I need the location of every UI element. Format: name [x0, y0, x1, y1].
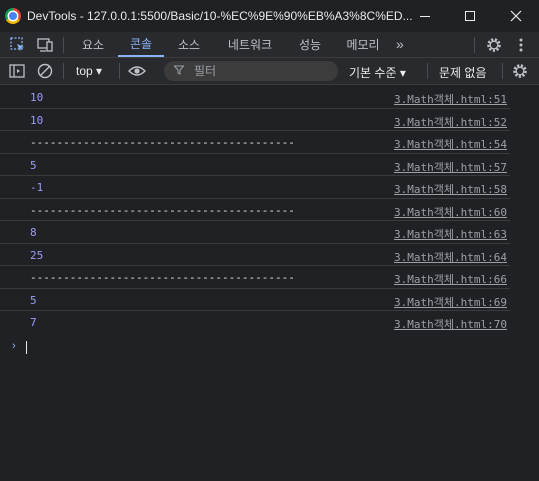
- more-options-icon[interactable]: [512, 36, 530, 54]
- source-link[interactable]: 3.Math객체.html:63: [394, 226, 507, 242]
- console-message-row: 8 3.Math객체.html:63: [0, 221, 510, 244]
- source-link[interactable]: 3.Math객체.html:69: [394, 294, 507, 310]
- filter-funnel-icon: [173, 65, 185, 78]
- inspect-element-icon[interactable]: [9, 36, 27, 54]
- tab-performance[interactable]: 성능: [288, 32, 332, 57]
- console-message-row: ----------------------------------------…: [0, 131, 510, 154]
- devtools-tab-bar: 요소 콘솔 소스 네트워크 성능 메모리 »: [0, 32, 539, 58]
- console-output: 10 3.Math객체.html:51 10 3.Math객체.html:52 …: [0, 86, 539, 481]
- console-message-row: 7 3.Math객체.html:70: [0, 311, 510, 334]
- console-message-row: ----------------------------------------…: [0, 199, 510, 221]
- live-expression-eye-icon[interactable]: [127, 62, 147, 80]
- device-toolbar-icon[interactable]: [36, 36, 54, 54]
- console-message-row: 10 3.Math객체.html:52: [0, 109, 510, 131]
- log-levels-label: 기본 수준: [349, 66, 397, 80]
- log-value: 10: [30, 113, 44, 127]
- tab-sources[interactable]: 소스: [166, 32, 212, 57]
- log-value: 7: [30, 316, 37, 329]
- console-message-row: 5 3.Math객체.html:69: [0, 289, 510, 311]
- toolbar-divider: [119, 63, 120, 79]
- log-value: 10: [30, 91, 44, 104]
- minimize-icon: [420, 15, 430, 17]
- toolbar-divider: [502, 63, 503, 79]
- console-message-row: ----------------------------------------…: [0, 266, 510, 289]
- source-link[interactable]: 3.Math객체.html:52: [394, 114, 507, 130]
- issues-counter[interactable]: 문제 없음: [439, 64, 487, 81]
- log-value: ----------------------------------------: [30, 136, 295, 149]
- toolbar-divider: [63, 63, 64, 79]
- console-prompt-chevron-icon: ›: [12, 340, 16, 352]
- console-message-row: 5 3.Math객체.html:57: [0, 154, 510, 176]
- tab-network[interactable]: 네트워크: [214, 32, 286, 57]
- tab-elements[interactable]: 요소: [70, 32, 116, 57]
- source-link[interactable]: 3.Math객체.html:70: [394, 316, 507, 332]
- console-input-cursor[interactable]: [26, 341, 27, 354]
- tab-memory[interactable]: 메모리: [334, 32, 392, 57]
- log-levels-dropdown[interactable]: 기본 수준 ▾: [349, 64, 406, 81]
- filter-field[interactable]: [164, 61, 338, 81]
- source-link[interactable]: 3.Math객체.html:60: [394, 204, 507, 220]
- chrome-logo-icon: [5, 8, 21, 24]
- more-tabs-chevron-icon[interactable]: »: [396, 36, 404, 52]
- source-link[interactable]: 3.Math객체.html:58: [394, 181, 507, 197]
- close-button[interactable]: [493, 0, 539, 32]
- maximize-button[interactable]: [447, 0, 493, 32]
- console-message-row: 10 3.Math객체.html:51: [0, 86, 510, 109]
- settings-gear-icon[interactable]: [485, 36, 503, 54]
- console-toolbar: top ▾ 기본 수준 ▾ 문제 없음: [0, 58, 539, 85]
- console-message-row: -1 3.Math객체.html:58: [0, 176, 510, 199]
- log-value: 5: [30, 158, 37, 172]
- maximize-icon: [465, 11, 475, 21]
- log-value: 25: [30, 248, 44, 262]
- source-link[interactable]: 3.Math객체.html:64: [394, 249, 507, 265]
- minimize-button[interactable]: [402, 0, 448, 32]
- sidebar-toggle-icon[interactable]: [8, 62, 26, 80]
- toolbar-divider: [427, 63, 428, 79]
- console-message-row: 25 3.Math객체.html:64: [0, 244, 510, 266]
- close-icon: [510, 10, 522, 22]
- log-value: ----------------------------------------: [30, 271, 295, 284]
- toolbar-divider: [474, 37, 475, 53]
- source-link[interactable]: 3.Math객체.html:51: [394, 91, 507, 107]
- filter-input[interactable]: [194, 63, 334, 79]
- source-link[interactable]: 3.Math객체.html:66: [394, 271, 507, 287]
- log-value: 8: [30, 226, 37, 239]
- log-value: ----------------------------------------: [30, 203, 295, 217]
- log-value: -1: [30, 181, 44, 194]
- log-value: 5: [30, 293, 37, 307]
- context-selector[interactable]: top ▾: [76, 64, 102, 78]
- dropdown-arrow-icon: ▾: [96, 64, 103, 78]
- context-value: top: [76, 64, 93, 78]
- tab-console[interactable]: 콘솔: [118, 32, 164, 57]
- toolbar-divider: [63, 37, 64, 53]
- clear-console-icon[interactable]: [36, 62, 54, 80]
- title-bar: DevTools - 127.0.0.1:5500/Basic/10-%EC%9…: [0, 0, 539, 32]
- source-link[interactable]: 3.Math객체.html:57: [394, 159, 507, 175]
- console-settings-gear-icon[interactable]: [511, 62, 529, 80]
- source-link[interactable]: 3.Math객체.html:54: [394, 136, 507, 152]
- dropdown-arrow-icon: ▾: [399, 66, 406, 80]
- window-title: DevTools - 127.0.0.1:5500/Basic/10-%EC%9…: [27, 9, 413, 23]
